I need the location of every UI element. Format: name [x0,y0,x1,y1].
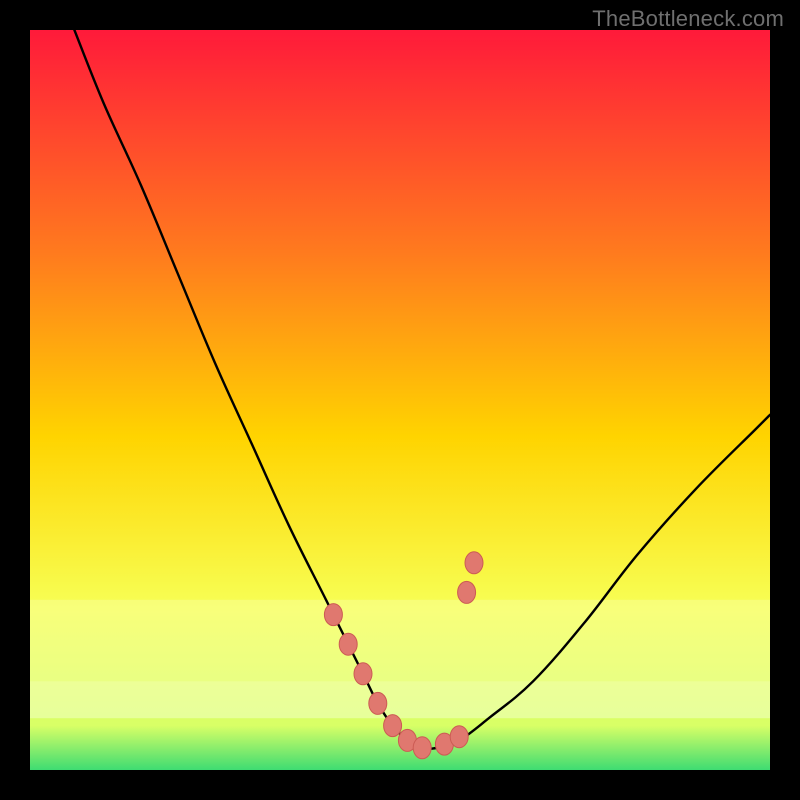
curve-marker [339,633,357,655]
chart-frame: TheBottleneck.com [0,0,800,800]
curve-marker [354,663,372,685]
chart-svg [30,30,770,770]
curve-marker [465,552,483,574]
highlight-band-lower [30,681,770,718]
curve-marker [458,581,476,603]
curve-marker [324,604,342,626]
plot-area [30,30,770,770]
curve-marker [413,737,431,759]
curve-marker [384,715,402,737]
highlight-band-upper [30,600,770,681]
watermark-text: TheBottleneck.com [592,6,784,32]
curve-marker [369,692,387,714]
curve-marker [450,726,468,748]
